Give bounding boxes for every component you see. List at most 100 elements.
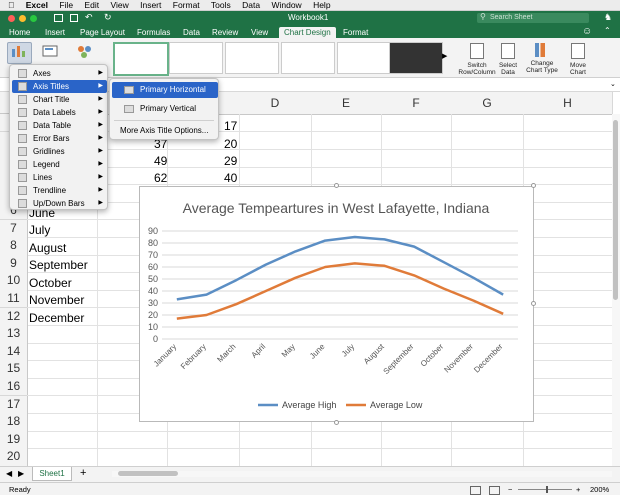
tab-formulas[interactable]: Formulas <box>137 27 170 38</box>
minimize-window-button[interactable] <box>19 15 26 22</box>
zoom-slider[interactable] <box>518 489 572 490</box>
row-header-9[interactable]: 9 <box>0 254 28 274</box>
column-header-f[interactable]: F <box>381 92 452 115</box>
add-chart-element-button[interactable] <box>7 42 32 64</box>
column-header-g[interactable]: G <box>451 92 524 115</box>
cell-c2[interactable]: 17 <box>224 118 237 135</box>
resize-handle-bottom[interactable] <box>334 420 339 425</box>
column-header-d[interactable]: D <box>239 92 312 115</box>
row-header-16[interactable]: 16 <box>0 378 28 397</box>
page-layout-view-icon[interactable] <box>489 486 500 495</box>
switch-row-column-button[interactable]: Switch Row/Column <box>458 43 496 76</box>
chart-style-5[interactable] <box>337 42 391 74</box>
quick-layout-button[interactable] <box>40 42 62 64</box>
row-header-11[interactable]: 11 <box>0 290 28 309</box>
menu-tools[interactable]: Tools <box>211 0 231 10</box>
menu-item-axes[interactable]: Axes ▶ <box>12 67 107 80</box>
collapse-ribbon-icon[interactable]: ⌃ <box>604 26 611 35</box>
cell-b4[interactable]: 49 <box>154 153 167 170</box>
row-header-18[interactable]: 18 <box>0 413 28 432</box>
zoom-out-button[interactable]: − <box>508 483 512 496</box>
cell-a10[interactable]: October <box>29 275 72 292</box>
chart-style-1[interactable] <box>113 42 169 76</box>
horizontal-scrollbar[interactable] <box>112 471 612 477</box>
row-header-19[interactable]: 19 <box>0 430 28 450</box>
menu-insert[interactable]: Insert <box>140 0 161 10</box>
menu-help[interactable]: Help <box>313 0 330 10</box>
row-header-12[interactable]: 12 <box>0 307 28 326</box>
row-header-8[interactable]: 8 <box>0 237 28 256</box>
menu-item-up-down-bars[interactable]: Up/Down Bars ▶ <box>12 197 107 210</box>
tab-data[interactable]: Data <box>183 27 200 38</box>
menu-edit[interactable]: Edit <box>84 0 99 10</box>
scrollbar-thumb[interactable] <box>613 120 618 300</box>
menu-item-axis-titles[interactable]: Axis Titles ▶ <box>12 80 107 93</box>
row-header-13[interactable]: 13 <box>0 325 28 344</box>
cell-c3[interactable]: 20 <box>224 136 237 153</box>
cell-a7[interactable]: July <box>29 222 50 239</box>
maximize-window-button[interactable] <box>30 15 37 22</box>
select-data-button[interactable]: Select Data <box>496 43 520 76</box>
menu-item-lines[interactable]: Lines ▶ <box>12 171 107 184</box>
chart-title[interactable]: Average Tempeartures in West Lafayette, … <box>183 200 490 216</box>
resize-handle-corner[interactable] <box>531 183 536 188</box>
chart-style-2[interactable] <box>169 42 223 74</box>
cell-a12[interactable]: December <box>29 310 84 327</box>
cell-c4[interactable]: 29 <box>224 153 237 170</box>
row-header-7[interactable]: 7 <box>0 219 28 238</box>
menu-file[interactable]: File <box>59 0 73 10</box>
cell-a9[interactable]: September <box>29 257 88 274</box>
row-header-10[interactable]: 10 <box>0 272 28 291</box>
share-icon[interactable]: ♞ <box>604 12 612 23</box>
cell-a8[interactable]: August <box>29 240 66 257</box>
menu-excel[interactable]: Excel <box>26 0 48 10</box>
menu-item-gridlines[interactable]: Gridlines ▶ <box>12 145 107 158</box>
column-header-e[interactable]: E <box>311 92 382 115</box>
apple-icon[interactable]:  <box>8 0 14 10</box>
row-header-20[interactable]: 20 <box>0 448 28 467</box>
menu-view[interactable]: View <box>110 0 128 10</box>
zoom-in-button[interactable]: + <box>576 483 580 496</box>
tab-page-layout[interactable]: Page Layout <box>80 27 125 38</box>
smiley-feedback-icon[interactable]: ☺ <box>582 26 592 37</box>
redo-icon[interactable]: ↻ <box>104 12 112 23</box>
zoom-slider-thumb[interactable] <box>546 486 548 493</box>
close-window-button[interactable] <box>8 15 15 22</box>
menu-item-data-labels[interactable]: Data Labels ▶ <box>12 106 107 119</box>
menu-item-more-axis-title-options[interactable]: More Axis Title Options... <box>112 123 218 139</box>
menu-window[interactable]: Window <box>271 0 301 10</box>
resize-handle-top[interactable] <box>334 183 339 188</box>
chart-style-6[interactable] <box>389 42 443 74</box>
chart-object[interactable]: Average Tempeartures in West Lafayette, … <box>139 186 534 422</box>
tab-format[interactable]: Format <box>343 27 368 38</box>
vertical-scrollbar[interactable] <box>612 114 620 466</box>
move-chart-button[interactable]: Move Chart <box>564 43 592 76</box>
change-chart-type-button[interactable]: Change Chart Type <box>524 43 560 74</box>
sheet-tab-sheet1[interactable]: Sheet1 <box>32 467 72 481</box>
menu-item-error-bars[interactable]: Error Bars ▶ <box>12 132 107 145</box>
menu-item-chart-title[interactable]: Chart Title ▶ <box>12 93 107 106</box>
resize-handle-right[interactable] <box>531 301 536 306</box>
normal-view-icon[interactable] <box>470 486 481 495</box>
menu-item-trendline[interactable]: Trendline ▶ <box>12 184 107 197</box>
undo-icon[interactable]: ↶ <box>85 12 93 23</box>
add-sheet-button[interactable]: + <box>80 467 86 479</box>
next-sheet-icon[interactable]: ▶ <box>18 469 24 478</box>
change-colors-button[interactable] <box>74 42 96 64</box>
menu-item-data-table[interactable]: Data Table ▶ <box>12 119 107 132</box>
chart-style-3[interactable] <box>225 42 279 74</box>
series-line-average-high[interactable] <box>176 235 504 301</box>
legend-label[interactable]: Average Low <box>370 400 423 410</box>
row-header-14[interactable]: 14 <box>0 342 28 362</box>
cell-b5[interactable]: 62 <box>154 170 167 187</box>
cell-c5[interactable]: 40 <box>224 170 237 187</box>
gallery-next-icon[interactable]: ▶ <box>442 52 447 60</box>
expand-formula-bar-icon[interactable]: ⌄ <box>610 80 616 88</box>
menu-item-primary-horizontal[interactable]: Primary Horizontal <box>112 82 218 98</box>
tab-home[interactable]: Home <box>9 27 30 38</box>
save-icon[interactable] <box>70 14 78 22</box>
menu-item-legend[interactable]: Legend ▶ <box>12 158 107 171</box>
previous-sheet-icon[interactable]: ◀ <box>6 469 12 478</box>
horizontal-scrollbar-thumb[interactable] <box>118 471 178 476</box>
row-header-17[interactable]: 17 <box>0 395 28 414</box>
